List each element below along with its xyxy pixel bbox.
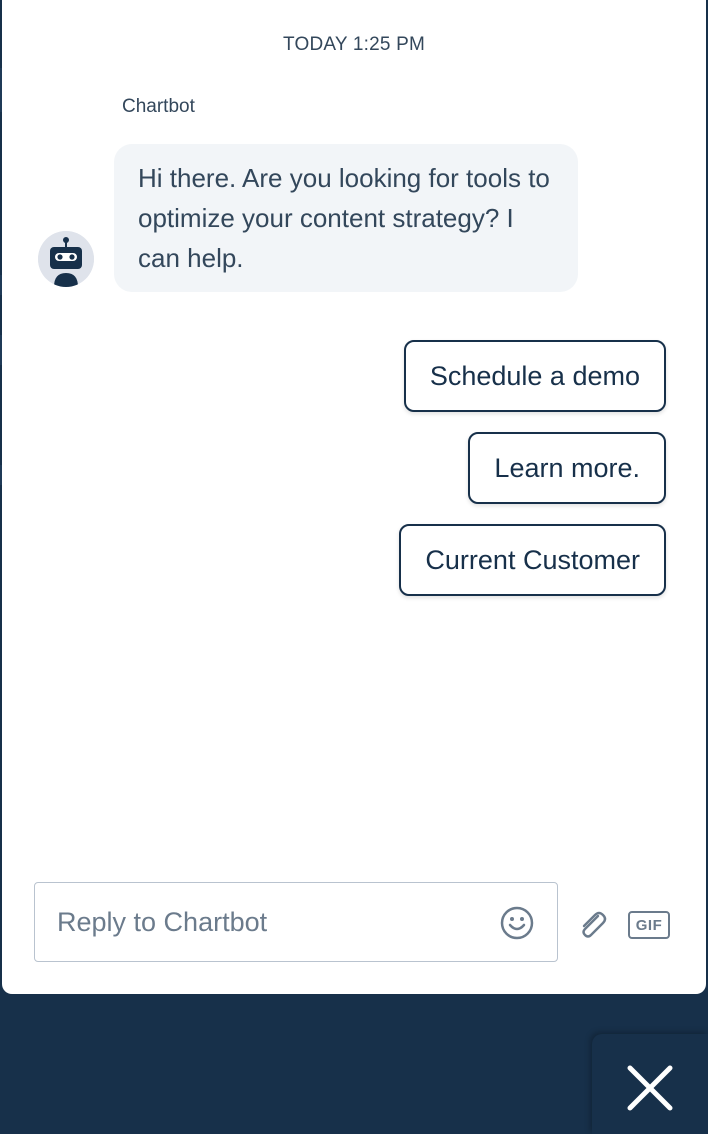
close-chat-button[interactable] <box>592 1034 708 1134</box>
paperclip-icon[interactable] <box>576 908 610 942</box>
quick-reply-current-customer[interactable]: Current Customer <box>399 524 666 596</box>
chat-panel: TODAY 1:25 PM Chartbot Hi there. Are you… <box>2 0 706 994</box>
reply-input[interactable] <box>55 899 479 945</box>
sender-name: Chartbot <box>122 96 195 117</box>
robot-avatar-icon <box>38 231 94 287</box>
close-icon <box>627 1065 673 1111</box>
smiley-icon[interactable] <box>499 905 535 941</box>
quick-reply-schedule-demo[interactable]: Schedule a demo <box>403 340 666 412</box>
reply-composer <box>34 882 558 962</box>
bot-message-text: Hi there. Are you looking for tools to o… <box>138 163 550 273</box>
quick-reply-learn-more[interactable]: Learn more. <box>468 432 666 504</box>
gif-icon[interactable]: GIF <box>628 911 670 939</box>
message-timestamp: TODAY 1:25 PM <box>283 34 425 55</box>
bot-message-bubble: Hi there. Are you looking for tools to o… <box>114 144 578 292</box>
